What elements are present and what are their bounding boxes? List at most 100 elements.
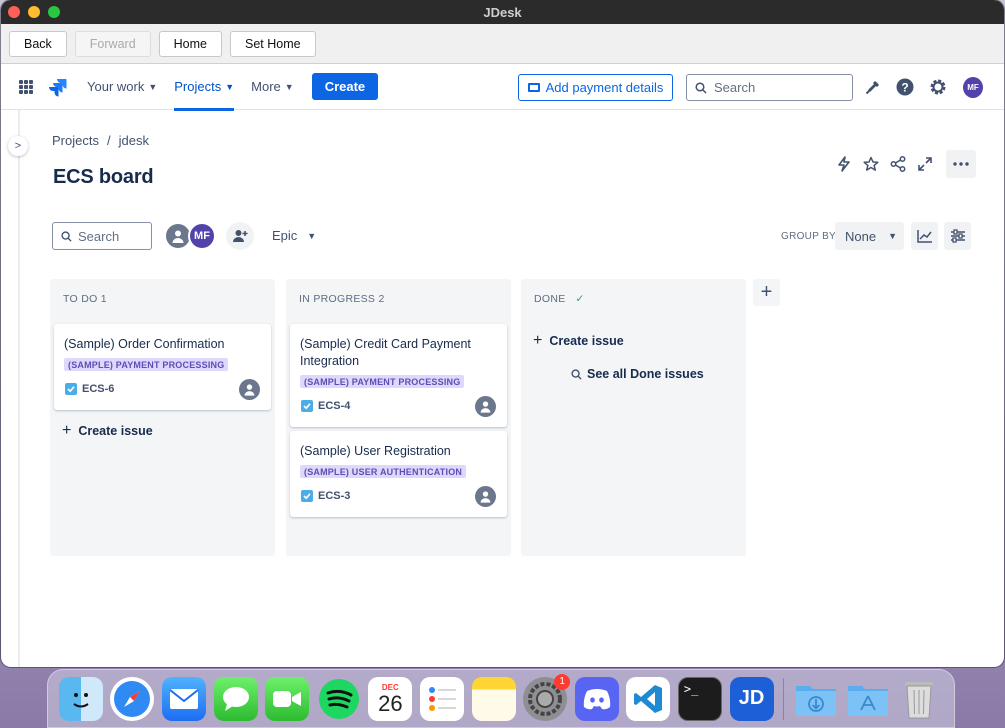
- messages-icon[interactable]: [213, 676, 258, 721]
- notifications-icon[interactable]: [863, 77, 883, 97]
- title-bar: JDesk: [1, 0, 1004, 24]
- search-icon: [571, 368, 582, 380]
- notes-icon[interactable]: [471, 676, 516, 721]
- chevron-right-icon: >: [14, 140, 22, 152]
- home-button[interactable]: Home: [158, 30, 222, 57]
- more-label: More: [251, 79, 281, 94]
- assignee-avatar[interactable]: [475, 396, 496, 417]
- notification-badge: 1: [554, 673, 571, 690]
- more-actions-button[interactable]: [946, 150, 976, 178]
- your-work-menu[interactable]: Your work ▼: [87, 64, 157, 110]
- user-filter-avatar[interactable]: MF: [188, 222, 216, 250]
- sidebar-divider: [18, 110, 20, 667]
- column-title: IN PROGRESS 2: [299, 293, 385, 305]
- plus-icon: +: [533, 332, 543, 349]
- downloads-folder-icon[interactable]: [794, 677, 838, 721]
- board-search-input[interactable]: Search: [52, 222, 152, 250]
- terminal-icon[interactable]: >_: [677, 676, 722, 721]
- create-issue-button[interactable]: + Create issue: [533, 332, 624, 350]
- back-button[interactable]: Back: [9, 30, 67, 57]
- breadcrumb-project[interactable]: jdesk: [119, 133, 149, 148]
- assignee-avatar[interactable]: [475, 486, 496, 507]
- window-title: JDesk: [483, 4, 522, 20]
- group-by-dropdown[interactable]: None ▼: [835, 222, 904, 250]
- column-title: DONE: [534, 293, 566, 305]
- assignee-filter: MF: [164, 222, 216, 250]
- search-icon: [695, 81, 707, 94]
- assignee-avatar[interactable]: [239, 379, 260, 400]
- close-window-button[interactable]: [8, 6, 20, 18]
- reminders-icon[interactable]: [419, 676, 464, 721]
- issue-card[interactable]: (Sample) Order Confirmation (SAMPLE) PAY…: [54, 324, 271, 410]
- zoom-window-button[interactable]: [48, 6, 60, 18]
- projects-menu[interactable]: Projects ▼: [174, 64, 234, 111]
- more-menu[interactable]: More ▼: [251, 64, 294, 110]
- search-icon: [61, 230, 72, 242]
- see-all-done-button[interactable]: See all Done issues: [571, 367, 704, 381]
- fullscreen-icon[interactable]: [915, 150, 935, 178]
- automation-lightning-icon[interactable]: [834, 150, 854, 178]
- share-icon[interactable]: [888, 150, 908, 178]
- facetime-icon[interactable]: [265, 676, 310, 721]
- applications-folder-icon[interactable]: [846, 677, 890, 721]
- issue-title: (Sample) User Registration: [300, 444, 451, 458]
- user-initials: MF: [963, 76, 983, 98]
- epic-filter-dropdown[interactable]: Epic ▼: [272, 228, 316, 243]
- done-check-icon: ✓: [575, 293, 585, 305]
- minimize-window-button[interactable]: [28, 6, 40, 18]
- create-issue-button[interactable]: + Create issue: [62, 422, 153, 440]
- svg-text:?: ?: [901, 81, 908, 95]
- app-switcher-icon[interactable]: [19, 79, 33, 94]
- view-settings-button[interactable]: [944, 222, 971, 250]
- add-column-button[interactable]: +: [753, 279, 780, 306]
- global-search-input[interactable]: Search: [686, 74, 853, 101]
- safari-icon[interactable]: [110, 676, 155, 721]
- vscode-icon[interactable]: [626, 676, 671, 721]
- person-icon: [244, 384, 255, 396]
- add-person-icon: [233, 230, 248, 242]
- calendar-icon[interactable]: DEC 26: [368, 676, 413, 721]
- issue-key-label: ECS-3: [318, 490, 351, 502]
- mail-icon[interactable]: [161, 676, 206, 721]
- star-icon[interactable]: [861, 150, 881, 178]
- insights-button[interactable]: [911, 222, 938, 250]
- column-in-progress: IN PROGRESS 2 (Sample) Credit Card Payme…: [286, 279, 511, 556]
- spotify-icon[interactable]: [317, 677, 361, 721]
- system-settings-icon[interactable]: 1: [523, 673, 571, 721]
- issue-card[interactable]: (Sample) Credit Card Payment Integration…: [290, 324, 507, 427]
- issue-key-label: ECS-6: [82, 383, 115, 395]
- board-search-placeholder: Search: [78, 228, 120, 244]
- jira-logo-icon[interactable]: [47, 77, 67, 97]
- add-people-button[interactable]: [226, 222, 254, 250]
- epic-badge: (SAMPLE) PAYMENT PROCESSING: [300, 375, 465, 388]
- settings-gear-icon[interactable]: [928, 77, 948, 97]
- expand-sidebar-button[interactable]: >: [8, 136, 28, 156]
- breadcrumb-projects[interactable]: Projects: [52, 133, 99, 148]
- page-title: ECS board: [53, 166, 154, 188]
- discord-icon[interactable]: [574, 676, 619, 721]
- task-checkbox-icon: [65, 383, 77, 395]
- jdesk-icon[interactable]: JD: [729, 676, 774, 721]
- plus-icon: +: [760, 281, 773, 303]
- trash-icon[interactable]: [897, 677, 941, 721]
- chart-line-icon: [916, 230, 932, 243]
- breadcrumb: Projects / jdesk: [52, 133, 149, 148]
- add-payment-button[interactable]: Add payment details: [518, 74, 673, 101]
- create-button[interactable]: Create: [311, 73, 379, 100]
- issue-title: (Sample) Credit Card Payment Integration: [300, 337, 471, 368]
- help-icon[interactable]: ?: [895, 77, 915, 97]
- plus-icon: +: [62, 422, 72, 439]
- window-controls: [8, 6, 60, 18]
- user-avatar[interactable]: MF: [963, 76, 983, 98]
- finder-icon[interactable]: [58, 676, 103, 721]
- set-home-button[interactable]: Set Home: [229, 30, 316, 57]
- dock-separator: [783, 677, 785, 720]
- forward-button[interactable]: Forward: [74, 30, 151, 57]
- app-window: JDesk Back Forward Home Set Home Your wo…: [1, 0, 1004, 667]
- issue-card[interactable]: (Sample) User Registration (SAMPLE) USER…: [290, 431, 507, 517]
- epic-filter-label: Epic: [272, 228, 298, 243]
- column-title: TO DO 1: [63, 293, 107, 305]
- terminal-prompt: >_: [683, 681, 699, 696]
- your-work-label: Your work: [87, 79, 145, 94]
- issue-key: ECS-6: [65, 383, 114, 395]
